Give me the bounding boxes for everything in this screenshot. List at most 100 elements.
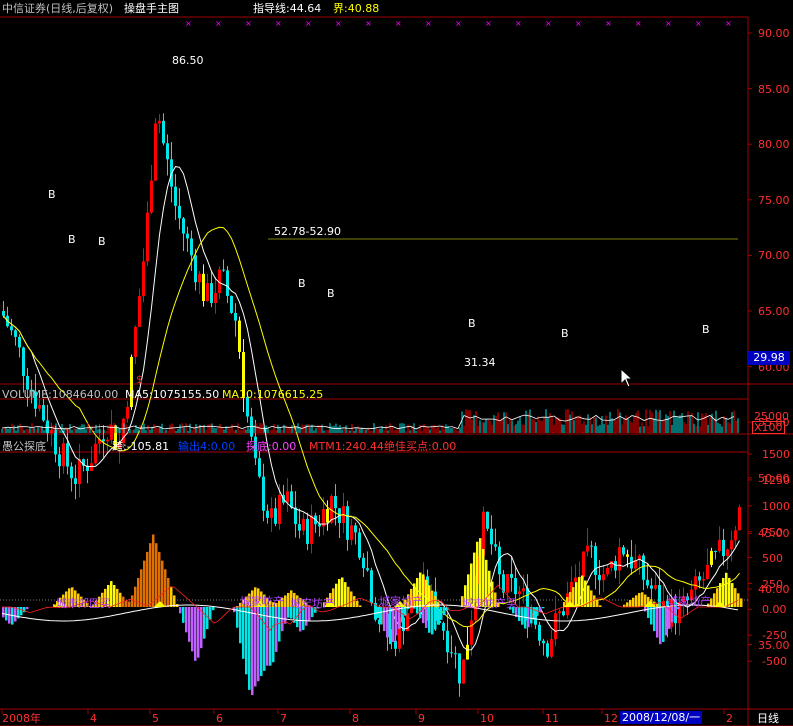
buy-marker: B <box>48 188 56 201</box>
indicator-positive-bar <box>635 595 638 607</box>
indicator-positive-bar <box>587 585 590 607</box>
indicator-negative-bar <box>2 607 5 618</box>
candle-body <box>610 561 613 568</box>
candle-body <box>650 585 653 589</box>
candle-body <box>522 588 525 592</box>
indicator-negative-bar <box>302 607 305 631</box>
price-tick-label: 80.00 <box>758 138 790 152</box>
candle-body <box>466 644 469 660</box>
indicator-positive-bar <box>629 600 632 607</box>
candle-body <box>150 180 153 213</box>
candle-body <box>138 296 141 327</box>
indicator-positive-bar <box>599 605 602 607</box>
indicator-tick-label: 250 <box>762 577 783 591</box>
indicator-positive-bar <box>284 595 287 607</box>
candle-body <box>318 524 321 527</box>
indicator-negative-bar <box>542 607 545 609</box>
signal-marker: × <box>395 19 402 28</box>
indicator-negative-bar <box>428 607 431 633</box>
date-tick-label: 10 <box>480 712 494 725</box>
indicator-positive-bar <box>155 543 158 607</box>
candle-body <box>186 233 189 239</box>
candle-body <box>606 567 609 575</box>
indicator-annotation: 城家坊产 <box>667 595 711 608</box>
chart-canvas[interactable]: × × × × × × × × × × × × × × × × × × × <box>0 0 793 726</box>
period-label[interactable]: 日线 <box>757 712 779 725</box>
candle-body <box>18 336 21 348</box>
candle-body <box>274 508 277 524</box>
indicator-name[interactable]: 操盘手主图 <box>124 2 179 15</box>
indicator-positive-bar <box>161 560 164 607</box>
signal-marker: × <box>215 19 222 28</box>
candle-body <box>518 591 521 595</box>
candle-body <box>94 443 97 464</box>
candle-body <box>734 530 737 541</box>
dividend-marker[interactable]: $ <box>136 373 143 386</box>
indicator-positive-bar <box>353 596 356 607</box>
candle-body <box>446 630 449 653</box>
candle-body <box>222 269 225 271</box>
candle-body <box>366 568 369 571</box>
indicator-panel-name[interactable]: 愚公探底 <box>2 440 46 453</box>
indicator-negative-bar <box>650 607 653 625</box>
candle-body <box>470 620 473 645</box>
candle-body <box>706 564 709 579</box>
indicator-positive-bar <box>344 582 347 607</box>
indicator-negative-bar <box>200 607 203 649</box>
indicator-positive-bar <box>428 585 431 607</box>
indicator-negative-bar <box>26 607 29 610</box>
current-price-tag: 29.98 <box>748 351 790 365</box>
volume-unit[interactable]: X100 <box>752 421 785 434</box>
date-tick-label: 4 <box>90 712 97 725</box>
candle-body <box>486 511 489 529</box>
candle-body <box>258 458 261 477</box>
indicator-positive-bar <box>152 534 155 607</box>
indicator-positive-bar <box>158 551 161 607</box>
candle-body <box>238 320 241 352</box>
candle-body <box>178 205 181 219</box>
candle-body <box>106 439 109 442</box>
indicator-negative-bar <box>665 607 668 636</box>
indicator-positive-bar <box>728 577 731 607</box>
candle-body <box>738 507 741 531</box>
indicator-negative-bar <box>278 607 281 642</box>
candle-body <box>326 509 329 523</box>
candle-body <box>162 120 165 144</box>
indicator-positive-bar <box>341 577 344 607</box>
indicator-positive-bar <box>338 579 341 607</box>
indicator-tick-label: 500 <box>762 551 783 565</box>
candle-body <box>126 407 129 419</box>
indicator-positive-bar <box>641 592 644 607</box>
price-tick-label: 90.00 <box>758 27 790 40</box>
candle-body <box>294 507 297 525</box>
candle-body <box>202 273 205 301</box>
indicator-negative-bar <box>197 607 200 658</box>
candle-body <box>154 123 157 181</box>
candle-body <box>78 459 81 484</box>
signal-marker: × <box>275 19 282 28</box>
candle-body <box>230 295 233 313</box>
signal-marker: × <box>695 19 702 28</box>
indicator-negative-bar <box>263 607 266 671</box>
signal-marker: × <box>515 19 522 28</box>
signal-marker: × <box>605 19 612 28</box>
volume-ma10-label: MA10:1076615.25 <box>222 388 324 401</box>
candle-body <box>38 405 41 409</box>
indicator-positive-bar <box>656 603 659 607</box>
candle-body <box>194 255 197 283</box>
date-tick-label: 8 <box>352 712 359 725</box>
candle-body <box>694 576 697 590</box>
indicator-positive-bar <box>737 593 740 607</box>
indicator-negative-bar <box>662 607 665 642</box>
indicator-positive-bar <box>335 583 338 607</box>
candle-body <box>722 539 725 556</box>
indicator-negative-bar <box>299 607 302 632</box>
candle-body <box>350 525 353 540</box>
candle-body <box>546 643 549 657</box>
candle-body <box>166 143 169 160</box>
candle-body <box>454 653 457 655</box>
candle-body <box>450 652 453 654</box>
candle-body <box>718 539 721 552</box>
candle-body <box>190 238 193 256</box>
indicator-tick-label: 0.00 <box>762 603 787 617</box>
